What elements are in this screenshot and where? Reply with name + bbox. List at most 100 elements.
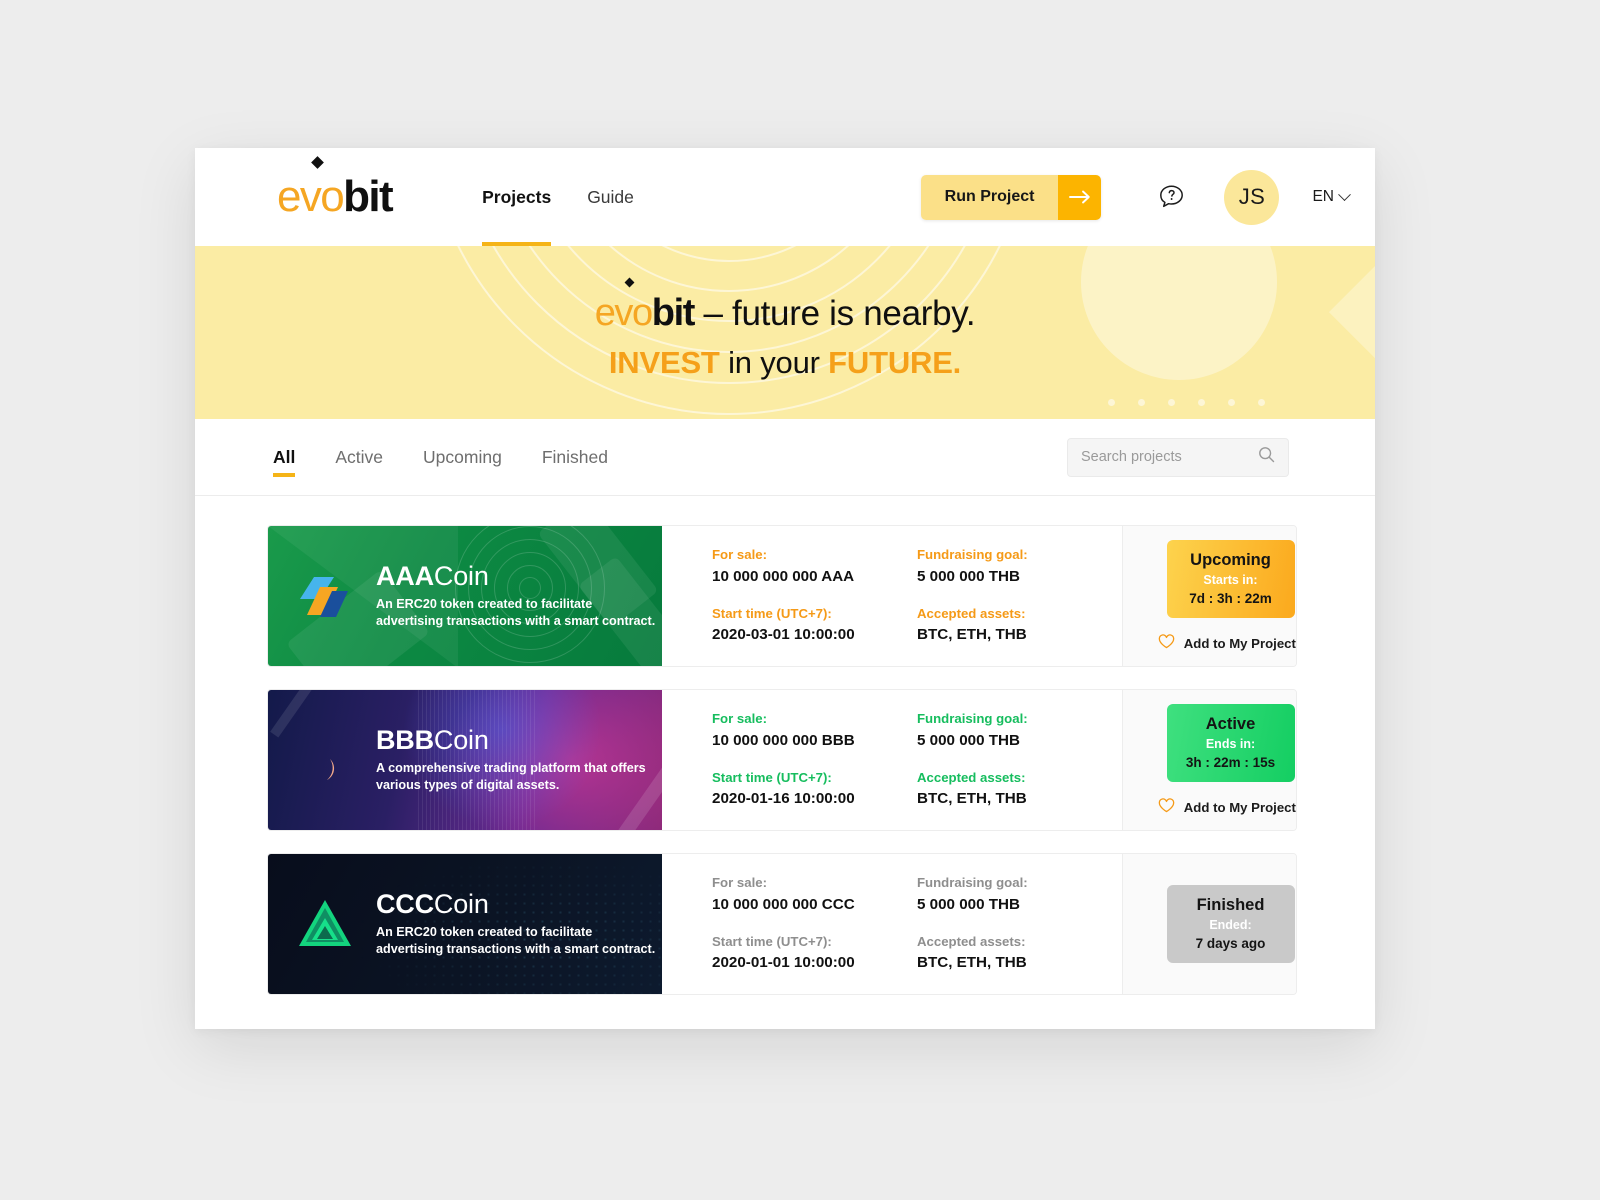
evobit-logo[interactable]: evobit: [277, 156, 394, 221]
tab-all-label: All: [273, 446, 296, 467]
detail-column-left: For sale: 10 000 000 000 CCC Start time …: [712, 876, 917, 971]
detail-start-time: Start time (UTC+7): 2020-01-01 10:00:00: [712, 933, 917, 972]
status-badge-time: 7 days ago: [1195, 935, 1266, 951]
nav-item-projects[interactable]: Projects: [464, 148, 569, 246]
bbbcoin-description: A comprehensive trading platform that of…: [376, 761, 646, 793]
hero-dot-row: [1108, 399, 1265, 406]
project-tabs: All Active Upcoming Finished: [273, 419, 628, 496]
hero-logo-bit: bit: [651, 292, 696, 334]
detail-fundraising-goal: Fundraising goal: 5 000 000 THB: [917, 876, 1122, 913]
detail-fundraising-goal-value: 5 000 000 THB: [917, 731, 1020, 749]
project-banner-aaacoin: AAACoin An ERC20 token created to facili…: [268, 526, 662, 666]
project-card-aaacoin[interactable]: AAACoin An ERC20 token created to facili…: [267, 525, 1297, 667]
detail-for-sale: For sale: 10 000 000 000 BBB: [712, 712, 917, 749]
hero-logo-evo: evo: [594, 292, 653, 334]
detail-start-time-value: 2020-01-16 10:00:00: [712, 790, 855, 808]
project-card-ccccoin[interactable]: CCCCoin An ERC20 token created to facili…: [267, 853, 1297, 995]
ccccoin-name-rest: Coin: [433, 888, 489, 919]
run-project-button[interactable]: Run Project: [920, 174, 1102, 220]
detail-accepted-assets-value: BTC, ETH, THB: [917, 626, 1027, 644]
detail-start-time-label: Start time (UTC+7):: [712, 605, 832, 621]
detail-column-right: Fundraising goal: 5 000 000 THB Accepted…: [917, 712, 1122, 807]
help-chat-icon[interactable]: [1157, 183, 1186, 212]
hero-logo-dot-icon: [624, 277, 635, 288]
detail-for-sale-value: 10 000 000 000 CCC: [712, 895, 855, 913]
heart-outline-icon: [1158, 634, 1175, 652]
tab-finished[interactable]: Finished: [522, 419, 628, 496]
bbbcoin-name-bold: BBB: [376, 724, 434, 755]
detail-fundraising-goal: Fundraising goal: 5 000 000 THB: [917, 712, 1122, 749]
detail-accepted-assets-label: Accepted assets:: [917, 769, 1026, 785]
add-to-my-projects-label: Add to My Projects: [1183, 635, 1297, 651]
status-badge-time: 3h : 22m : 15s: [1185, 754, 1276, 770]
detail-fundraising-goal-label: Fundraising goal:: [917, 875, 1028, 891]
detail-accepted-assets: Accepted assets: BTC, ETH, THB: [917, 769, 1122, 808]
app-header: evobit Projects Guide Run Project JS EN: [195, 148, 1375, 246]
hero-invest-word: INVEST: [608, 344, 720, 380]
detail-accepted-assets: Accepted assets: BTC, ETH, THB: [917, 933, 1122, 972]
search-box[interactable]: [1067, 437, 1289, 477]
detail-accepted-assets-label: Accepted assets:: [917, 605, 1026, 621]
ccccoin-name-bold: CCC: [376, 888, 434, 919]
detail-start-time: Start time (UTC+7): 2020-01-16 10:00:00: [712, 770, 917, 808]
detail-start-time: Start time (UTC+7): 2020-03-01 10:00:00: [712, 605, 917, 644]
ccccoin-copy: CCCCoin An ERC20 token created to facili…: [376, 888, 662, 959]
avatar[interactable]: JS: [1224, 169, 1280, 225]
project-status-bbbcoin: Active Ends in: 3h : 22m : 15s Add to My…: [1123, 690, 1296, 830]
hero-banner: evobit – future is nearby. INVEST in you…: [195, 246, 1375, 419]
aaacoin-name: AAACoin: [376, 561, 662, 592]
hero-inyour-word: in your: [719, 344, 829, 380]
app-window: evobit Projects Guide Run Project JS EN …: [195, 148, 1375, 1029]
logo-dot-icon: [311, 156, 324, 169]
tab-upcoming[interactable]: Upcoming: [403, 419, 522, 496]
search-icon[interactable]: [1258, 446, 1275, 468]
tab-finished-label: Finished: [541, 446, 608, 467]
ccccoin-description: An ERC20 token created to facilitate adv…: [376, 925, 656, 957]
tab-all[interactable]: All: [273, 419, 315, 496]
status-badge-sub: Ended:: [1209, 917, 1252, 932]
logo-text-bit: bit: [343, 172, 394, 221]
hero-logo: evobit: [594, 277, 696, 336]
bbbcoin-logo-icon: [294, 729, 356, 791]
project-list: AAACoin An ERC20 token created to facili…: [195, 496, 1375, 1029]
aaacoin-logo-icon: [294, 565, 356, 627]
arrow-right-icon: [1058, 174, 1102, 220]
detail-column-right: Fundraising goal: 5 000 000 THB Accepted…: [917, 876, 1122, 971]
status-badge-upcoming: Upcoming Starts in: 7d : 3h : 22m: [1166, 539, 1295, 619]
search-input[interactable]: [1081, 449, 1258, 465]
logo-text-evo: evo: [277, 172, 345, 221]
detail-accepted-assets-value: BTC, ETH, THB: [917, 954, 1027, 972]
hero-subheadline: INVEST in your FUTURE.: [195, 345, 1375, 381]
status-badge-finished: Finished Ended: 7 days ago: [1166, 884, 1295, 964]
project-status-ccccoin: Finished Ended: 7 days ago: [1123, 854, 1296, 994]
heart-outline-icon: [1158, 798, 1175, 816]
language-selector[interactable]: EN: [1312, 187, 1351, 206]
detail-for-sale-value: 10 000 000 000 AAA: [712, 567, 855, 585]
add-to-my-projects-button[interactable]: Add to My Projects: [1158, 798, 1296, 816]
detail-for-sale: For sale: 10 000 000 000 CCC: [712, 876, 917, 913]
status-badge-time: 7d : 3h : 22m: [1189, 590, 1272, 606]
header-actions: Run Project JS EN: [920, 169, 1351, 225]
detail-column-left: For sale: 10 000 000 000 BBB Start time …: [712, 712, 917, 807]
project-card-bbbcoin[interactable]: BBBCoin A comprehensive trading platform…: [267, 689, 1297, 831]
detail-fundraising-goal: Fundraising goal: 5 000 000 THB: [917, 548, 1122, 585]
detail-accepted-assets-value: BTC, ETH, THB: [917, 790, 1027, 808]
detail-for-sale-label: For sale:: [712, 547, 767, 563]
detail-fundraising-goal-label: Fundraising goal:: [917, 547, 1028, 563]
add-to-my-projects-button[interactable]: Add to My Projects: [1158, 634, 1297, 652]
run-project-label: Run Project: [920, 174, 1059, 220]
bbbcoin-name: BBBCoin: [376, 724, 662, 756]
language-label: EN: [1312, 188, 1334, 205]
detail-for-sale-value: 10 000 000 000 BBB: [712, 731, 855, 749]
nav-item-guide[interactable]: Guide: [569, 148, 652, 246]
tab-active-label: Active: [335, 446, 384, 467]
detail-accepted-assets-label: Accepted assets:: [917, 933, 1026, 949]
detail-start-time-label: Start time (UTC+7):: [712, 933, 832, 949]
detail-column-right: Fundraising goal: 5 000 000 THB Accepted…: [917, 548, 1122, 643]
aaacoin-description: An ERC20 token created to facilitate adv…: [376, 597, 656, 629]
project-details-ccccoin: For sale: 10 000 000 000 CCC Start time …: [662, 854, 1123, 994]
tab-active[interactable]: Active: [315, 419, 403, 496]
detail-fundraising-goal-label: Fundraising goal:: [917, 711, 1028, 727]
detail-accepted-assets: Accepted assets: BTC, ETH, THB: [917, 605, 1122, 644]
ccccoin-name: CCCCoin: [376, 888, 662, 920]
